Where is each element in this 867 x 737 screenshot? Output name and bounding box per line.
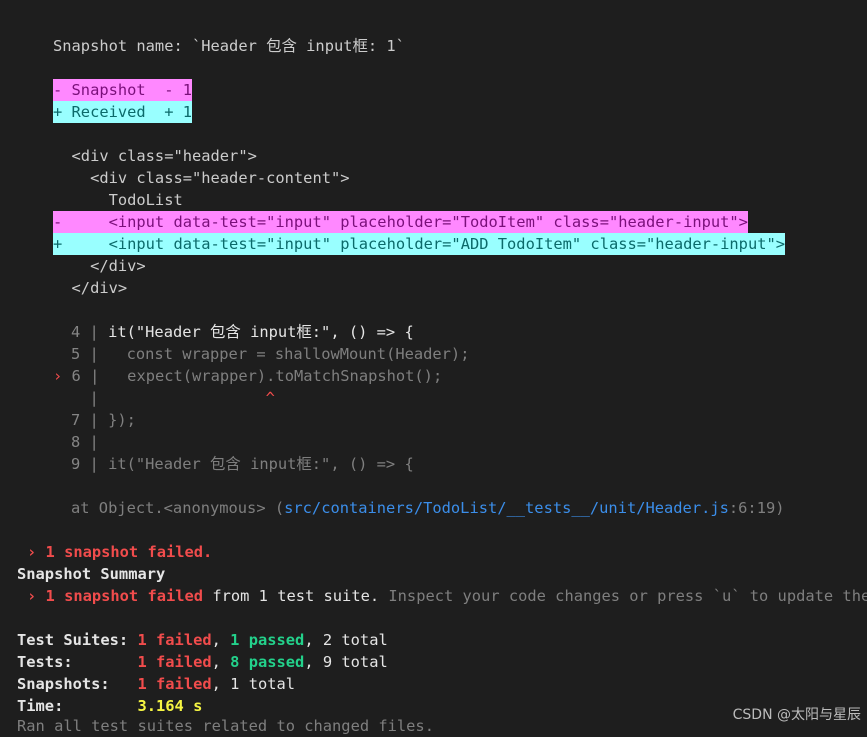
legend-received: + Received + 1 <box>53 101 192 123</box>
stack-prefix: at Object.<anonymous> ( <box>71 499 285 517</box>
snapshot-name-line: Snapshot name: `Header 包含 input框: 1` <box>53 35 405 57</box>
summary-failed: › 1 snapshot failed <box>27 587 204 605</box>
stats-failed: 1 failed <box>137 631 212 649</box>
diff-line: <div class="header"> <box>53 145 257 167</box>
diff-line-removed: - <input data-test="input" placeholder="… <box>53 211 748 233</box>
gutter-bar: | <box>80 411 109 429</box>
code-frame-line-8: 8 | <box>71 431 108 453</box>
stats-total: 2 total <box>322 631 388 649</box>
stats-passed: 8 passed <box>230 653 305 671</box>
summary-line: › 1 snapshot failed from 1 test suite. I… <box>27 585 867 607</box>
diff-line-text: <div class="header"> <box>53 147 257 165</box>
code-text: const wrapper = shallowMount(Header); <box>108 345 470 363</box>
diff-line: TodoList <box>53 189 183 211</box>
code-frame-line-7: 7 | }); <box>71 409 136 431</box>
stats-total: 1 total <box>230 675 296 693</box>
code-frame-line-5: 5 | const wrapper = shallowMount(Header)… <box>71 343 469 365</box>
diff-line-text: </div> <box>53 257 146 275</box>
gutter-bar: | <box>80 455 109 473</box>
diff-line-text: + <input data-test="input" placeholder="… <box>53 235 786 253</box>
diff-line-text: <div class="header-content"> <box>53 169 350 187</box>
line-number: 7 <box>71 411 81 429</box>
stats-label: Snapshots: <box>17 675 110 693</box>
stats-failed: 1 failed <box>137 653 212 671</box>
caret-marker: ^ <box>265 389 275 407</box>
stats-tests: Tests: 1 failed, 8 passed, 9 total <box>17 653 388 671</box>
summary-title-text: Snapshot Summary <box>17 565 166 583</box>
diff-line-text: - <input data-test="input" placeholder="… <box>53 213 748 231</box>
line-number: 4 <box>71 323 81 341</box>
ran-all-line: Ran all test suites related to changed f… <box>17 715 434 737</box>
code-text: it("Header 包含 input框:", () => { <box>108 455 414 473</box>
code-text: }); <box>108 411 136 429</box>
gutter-bar: | <box>80 323 109 341</box>
stats-label: Tests: <box>17 653 73 671</box>
code-frame-line-9: 9 | it("Header 包含 input框:", () => { <box>71 453 414 475</box>
line-number: 8 <box>71 433 81 451</box>
gutter-bar: | <box>80 345 109 363</box>
code-frame-line-6: › 6 | expect(wrapper).toMatchSnapshot(); <box>53 365 442 387</box>
stats-passed: 1 passed <box>230 631 305 649</box>
summary-title: Snapshot Summary <box>17 563 165 585</box>
line-number: 5 <box>71 345 81 363</box>
legend-snapshot: - Snapshot - 1 <box>53 79 192 101</box>
line-number: 9 <box>71 455 81 473</box>
diff-line: <div class="header-content"> <box>53 167 350 189</box>
gutter-bar: | <box>71 389 109 407</box>
code-frame-line-4: 4 | it("Header 包含 input框:", () => { <box>71 321 414 343</box>
diff-line-text: TodoList <box>53 191 183 209</box>
stack-trace: at Object.<anonymous> (src/containers/To… <box>71 497 785 519</box>
diff-line: </div> <box>53 277 128 299</box>
ran-all-text: Ran all test suites related to changed f… <box>17 717 434 735</box>
diff-line-text: </div> <box>53 279 128 297</box>
caret-padding <box>108 389 266 407</box>
line-number: 6 <box>71 367 81 385</box>
snapshot-failed-line: › 1 snapshot failed. <box>27 541 212 563</box>
diff-line: </div> <box>53 255 146 277</box>
code-text: it("Header 包含 input框:", () => { <box>108 323 414 341</box>
chevron-right-icon: › <box>53 367 72 385</box>
stats-failed: 1 failed <box>137 675 212 693</box>
code-text: expect(wrapper).toMatchSnapshot(); <box>108 367 443 385</box>
diff-line-added: + <input data-test="input" placeholder="… <box>53 233 786 255</box>
code-frame-caret-line: | ^ <box>71 387 275 409</box>
legend-received-text: + Received + 1 <box>53 103 192 121</box>
summary-hint: Inspect your code changes or press `u` t… <box>379 587 867 605</box>
stats-time: Time: 3.164 s <box>17 695 202 717</box>
stack-path-link[interactable]: src/containers/TodoList/__tests__/unit/H… <box>284 499 729 517</box>
watermark: CSDN @太阳与星辰 <box>732 707 861 723</box>
stats-label: Test Suites: <box>17 631 129 649</box>
snapshot-name-text: Snapshot name: `Header 包含 input框: 1` <box>53 37 405 55</box>
stats-label: Time: <box>17 697 64 715</box>
gutter-bar: | <box>80 433 109 451</box>
stack-location: :6:19) <box>728 499 785 517</box>
snapshot-failed-text: › 1 snapshot failed. <box>27 543 213 561</box>
summary-from: from 1 test suite. <box>203 587 380 605</box>
stats-snapshots: Snapshots: 1 failed, 1 total <box>17 675 296 693</box>
stats-suites: Test Suites: 1 failed, 1 passed, 2 total <box>17 631 388 649</box>
stats-time-value: 3.164 s <box>137 697 203 715</box>
stats-total: 9 total <box>322 653 388 671</box>
legend-snapshot-text: - Snapshot - 1 <box>53 81 192 99</box>
gutter-bar: | <box>80 367 109 385</box>
